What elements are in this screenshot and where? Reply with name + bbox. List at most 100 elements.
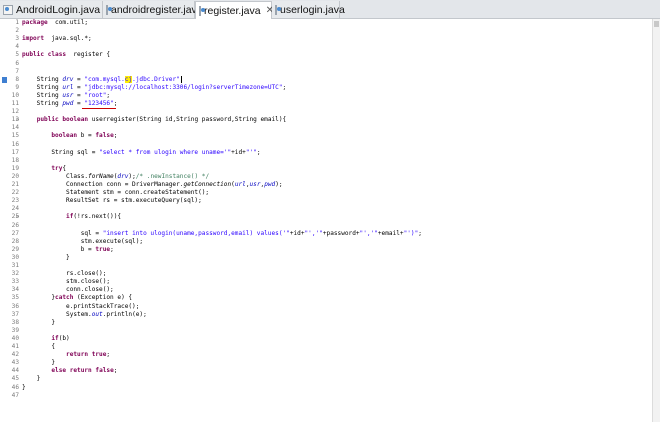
line-number: 22 [11,189,19,197]
code-line: Statement stm = conn.createStatement(); [22,189,210,197]
tab-label: AndroidLogin.java [16,3,101,16]
code-editor[interactable]: 1 package com.util; 2 3 import java.sql.*; 4 5… [0,19,652,422]
line-number: 24 [11,205,19,213]
code-line: if(b) [51,334,70,342]
code-line: boolean b = false; [51,132,118,140]
line-number: 5 [15,51,19,59]
line-number: 17 [11,148,19,156]
line-number: 39 [11,326,19,334]
annotation-underline [82,108,116,109]
code-line: sql = "insert into ulogin(uname,password… [22,229,422,237]
current-line-marker [2,76,7,83]
line-number: 47 [11,391,19,399]
line-number: 2 [15,27,19,35]
code-line: String usr = "root"; [22,91,111,99]
java-file-icon [275,4,281,15]
code-line: ResultSet rs = stm.executeQuery(sql); [22,197,202,205]
line-number: 12 [11,108,19,116]
line-number: 26 [11,221,19,229]
code-line: stm.execute(sql); [22,237,144,245]
tab-androidlogin[interactable]: AndroidLogin.java [0,1,103,18]
code-line: String pwd = "123456"; [22,100,118,107]
line-number: 27 [11,229,19,237]
line-number: 18 [11,156,19,164]
line-number: 43 [11,359,19,367]
tab-userlogin[interactable]: userlogin.java [272,1,345,18]
line-number: 29 [11,245,19,253]
line-number: 38 [11,318,19,326]
line-number: 42 [11,351,19,359]
code-line: Connection conn = DriverManager.getConne… [22,181,283,188]
editor-tab-bar: AndroidLogin.java androidregister.java r… [0,0,660,19]
code-line: b = true; [22,245,114,253]
line-number: 40 [11,334,19,342]
line-number: 44 [11,367,19,375]
code-line: import java.sql.*; [22,35,92,43]
line-number: 21 [11,181,19,188]
tab-label: androidregister.java [111,3,203,16]
line-number: 20 [11,172,19,180]
line-number: 31 [11,262,19,269]
line-number: 1 [15,19,19,26]
code-line: }catch (Exception e) { [22,294,133,302]
code-line: System.out.println(e); [22,310,147,318]
line-number: 30 [11,253,19,261]
code-line: public class register { [22,51,111,59]
line-number: 35 [11,294,19,302]
code-line: else return false; [51,367,118,375]
code-line: e.printStackTrace(); [22,302,140,310]
line-number: 41 [11,343,19,350]
line-number: 46 [11,383,19,391]
code-line: } [22,359,56,367]
code-line: } [22,253,70,261]
code-line: { [22,343,56,350]
code-line: } [22,318,56,326]
line-number: 33 [11,278,19,286]
line-number: 19 [11,164,19,172]
line-number: 23 [11,197,19,205]
code-line: String drv = "com.mysql.cj.jdbc.Driver"; [22,75,183,83]
tab-label: register.java [204,4,261,17]
vertical-scrollbar[interactable] [652,19,660,422]
line-number: 37 [11,310,19,318]
code-line: rs.close(); [22,270,107,278]
line-number: 15 [11,132,19,140]
tab-register[interactable]: register.java ✕ [195,1,274,19]
code-line: public boolean userregister(String id,St… [36,116,287,124]
line-number: 32 [11,270,19,278]
line-number: 3 [15,35,19,43]
highlighted-text: cj [124,75,133,83]
line-number: 28 [11,237,19,245]
code-line: conn.close(); [22,286,114,294]
line-number: 9 [15,83,19,91]
java-file-icon [199,5,205,16]
line-number: 14 [11,124,19,132]
line-number: 10 [11,91,19,99]
line-number: 4 [15,43,19,51]
code-line: } [22,383,26,391]
java-file-icon [3,4,13,15]
tab-label: userlogin.java [280,3,345,16]
line-number: 16 [11,140,19,148]
code-line: stm.close(); [22,278,111,286]
code-line: Class.forName(drv);/* .newInstance() */ [22,172,210,180]
scrollbar-thumb[interactable] [654,21,659,27]
line-number: 6 [15,59,19,67]
line-number: 36 [11,302,19,310]
tab-androidregister[interactable]: androidregister.java [103,1,203,18]
line-number: 7 [15,67,19,75]
line-number: 45 [11,375,19,383]
code-line: String sql = "select * from ulogin where… [22,148,261,156]
line-number: 11 [11,100,19,107]
fold-collapse-icon[interactable]: ⊖ [16,213,19,221]
code-line: if(!rs.next()){ [66,213,122,221]
code-line: package com.util; [22,19,89,26]
code-line: String url = "jdbc:mysql://localhost:330… [22,83,287,91]
code-line: try{ [51,164,67,172]
fold-collapse-icon[interactable]: ⊖ [16,116,19,124]
code-line: } [22,375,41,383]
line-number: 34 [11,286,19,294]
text-caret [181,76,182,84]
code-line: return true; [66,351,111,359]
java-file-icon [106,4,112,15]
